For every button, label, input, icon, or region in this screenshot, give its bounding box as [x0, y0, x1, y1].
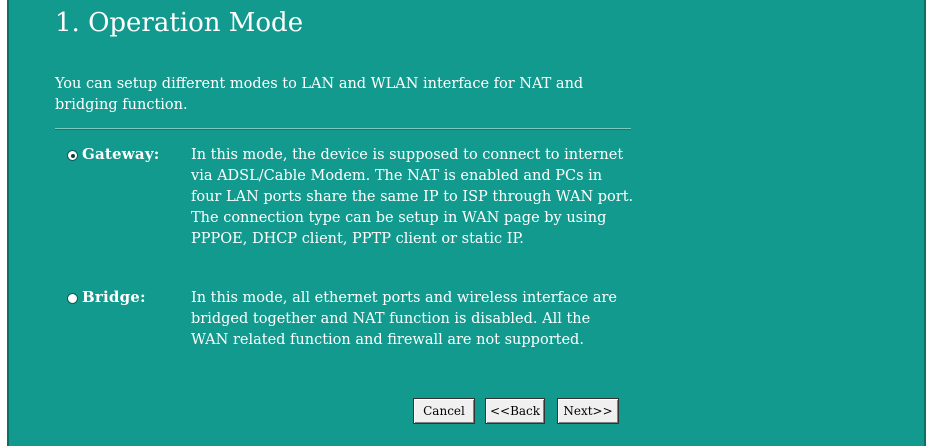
bridge-label[interactable]: Bridge: [82, 288, 146, 306]
description-line: The connection type can be setup in WAN … [191, 210, 607, 226]
page-title: 1. Operation Mode [55, 8, 304, 38]
intro-text: You can setup different modes to LAN and… [55, 74, 635, 116]
page-frame: 1. Operation Mode You can setup differen… [0, 0, 934, 446]
gateway-radio[interactable] [67, 150, 78, 161]
description-line: In this mode, the device is supposed to … [191, 147, 624, 163]
description-line: PPPOE, DHCP client, PPTP client or stati… [191, 231, 524, 247]
intro-line: You can setup different modes to LAN and… [55, 76, 584, 92]
description-line: four LAN ports share the same IP to ISP … [191, 189, 634, 205]
bridge-description: In this mode, all ethernet ports and wir… [191, 288, 661, 351]
radio-selected-dot [70, 153, 75, 158]
wizard-panel: 1. Operation Mode You can setup differen… [7, 0, 926, 446]
cancel-button[interactable]: Cancel [413, 398, 475, 424]
description-line: via ADSL/Cable Modem. The NAT is enabled… [191, 168, 603, 184]
intro-line: bridging function. [55, 97, 188, 113]
back-button[interactable]: <<Back [485, 398, 545, 424]
description-line: In this mode, all ethernet ports and wir… [191, 290, 617, 306]
description-line: bridged together and NAT function is dis… [191, 311, 591, 327]
next-button[interactable]: Next>> [557, 398, 619, 424]
divider [55, 128, 631, 130]
gateway-description: In this mode, the device is supposed to … [191, 145, 661, 250]
bridge-radio[interactable] [67, 293, 78, 304]
description-line: WAN related function and firewall are no… [191, 332, 584, 348]
gateway-label[interactable]: Gateway: [82, 145, 160, 163]
